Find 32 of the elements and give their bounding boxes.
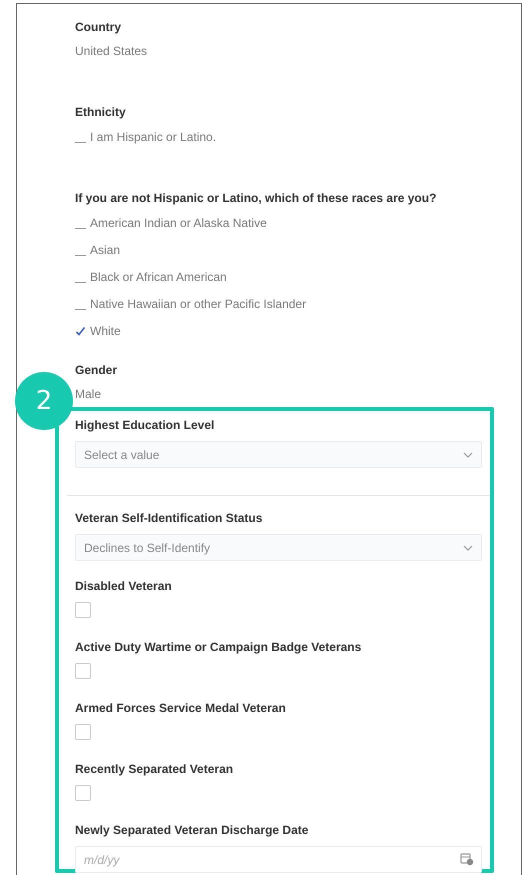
checkbox[interactable] [75, 785, 91, 801]
field-label: If you are not Hispanic or Latino, which of these races are you? [75, 190, 436, 206]
placeholder-text: Select a value [84, 446, 160, 462]
field-label: Active Duty Wartime or Campaign Badge Veterans [75, 639, 362, 655]
field-label: Ethnicity [75, 104, 126, 120]
option-label: Asian [90, 242, 120, 258]
select-dropdown[interactable]: Select a value [75, 441, 482, 468]
option-label: Black or African American [90, 269, 227, 285]
select-dropdown[interactable]: Declines to Self-Identify [75, 534, 482, 561]
field-label: Highest Education Level [75, 417, 214, 433]
field-label: Newly Separated Veteran Discharge Date [75, 822, 308, 838]
field-label: Armed Forces Service Medal Veteran [75, 700, 286, 716]
checkbox[interactable] [75, 663, 91, 679]
chevron-down-icon [463, 544, 473, 550]
field-label: Veteran Self-Identification Status [75, 510, 262, 526]
date-field[interactable]: m/d/yy [75, 846, 482, 873]
field-label: Country [75, 19, 121, 35]
field-label: Recently Separated Veteran [75, 761, 234, 777]
checkbox[interactable] [75, 602, 91, 618]
selected-value: Declines to Self-Identify [84, 540, 210, 556]
option-label: I am Hispanic or Latino. [90, 129, 216, 145]
field-label: Gender [75, 362, 118, 378]
option-label: American Indian or Alaska Native [90, 215, 267, 231]
field-value: United States [75, 43, 148, 59]
checkbox[interactable] [75, 724, 91, 740]
field-value: Male [75, 386, 102, 402]
option-label: White [90, 323, 121, 339]
option-label: Native Hawaiian or other Pacific Islander [90, 296, 306, 312]
calendar-icon[interactable] [460, 852, 474, 866]
step-badge: 2 [15, 372, 73, 430]
chevron-down-icon [463, 452, 473, 458]
field-label: Disabled Veteran [75, 578, 172, 594]
